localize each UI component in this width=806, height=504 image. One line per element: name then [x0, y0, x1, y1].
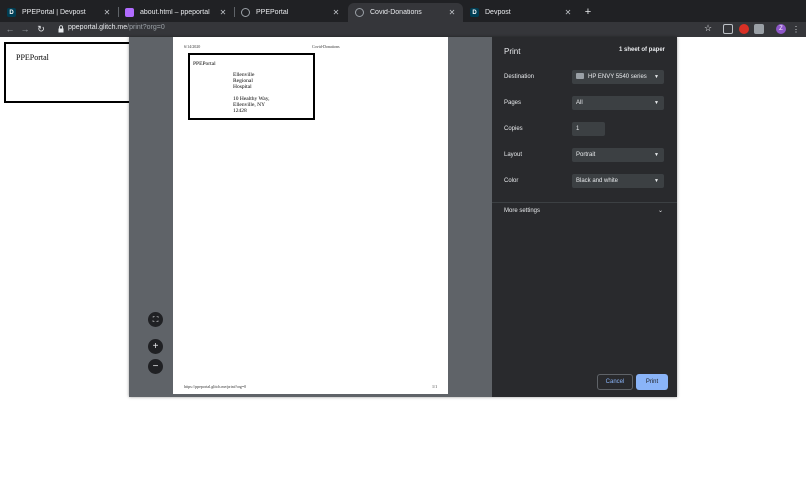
devpost-favicon-icon: D	[470, 8, 479, 17]
globe-icon	[355, 8, 364, 17]
caret-down-icon: ▼	[654, 152, 659, 158]
new-tab-button[interactable]: +	[582, 5, 594, 19]
preview-header-date: 6/14/2020	[184, 44, 201, 49]
printer-icon	[576, 73, 584, 80]
tab-devpost[interactable]: D Devpost ✕	[463, 3, 579, 22]
preview-footer-url: https://ppeportal.glitch.me/print?org=0	[184, 384, 247, 389]
tab-strip: D PPEPortal | Devpost ✕ about.html – ppe…	[0, 0, 806, 22]
caret-down-icon: ▼	[654, 100, 659, 106]
fit-to-page-icon[interactable]: ⛶	[148, 312, 163, 327]
extension-screen-icon[interactable]	[754, 24, 764, 34]
lock-icon	[58, 25, 64, 33]
avatar[interactable]: Z	[776, 24, 786, 34]
color-select[interactable]: Black and white ▼	[572, 174, 664, 188]
tab-title: Devpost	[485, 9, 511, 16]
address-line: 12428	[233, 108, 247, 114]
browser-toolbar: ← → ↻ ppeportal.glitch.me/print?org=0 ☆ …	[0, 22, 806, 37]
url-text: ppeportal.glitch.me/print?org=0	[68, 24, 165, 31]
pages-label: Pages	[504, 100, 522, 106]
reload-icon[interactable]: ↻	[35, 22, 47, 37]
page-label-card: PPEPortal	[4, 42, 134, 103]
zoom-out-button[interactable]: −	[148, 359, 163, 374]
glitch-favicon-icon	[125, 8, 134, 17]
close-icon[interactable]: ✕	[218, 8, 228, 17]
close-icon[interactable]: ✕	[563, 8, 573, 17]
sheet-count: 1 sheet of paper	[618, 47, 665, 53]
url-host: ppeportal.glitch.me	[68, 24, 128, 31]
address-bar[interactable]: ppeportal.glitch.me/print?org=0	[52, 23, 716, 36]
destination-label: Destination	[504, 74, 535, 80]
print-title: Print	[504, 47, 521, 56]
copies-input[interactable]: 1	[572, 122, 605, 136]
more-settings-toggle[interactable]: More settings ⌄	[492, 202, 677, 220]
tab-about-html[interactable]: about.html – ppeportal ✕	[118, 3, 234, 22]
destination-value: HP ENVY 5540 series	[588, 74, 647, 80]
preview-page: 6/14/2020 Covid-Donations PPEPortal Elle…	[173, 37, 448, 394]
pages-select[interactable]: All ▼	[572, 96, 664, 110]
color-value: Black and white	[576, 178, 619, 184]
more-settings-label: More settings	[504, 208, 541, 214]
layout-label: Layout	[504, 152, 523, 158]
kebab-menu-icon[interactable]: ⋮	[792, 24, 800, 35]
caret-down-icon: ▼	[654, 178, 659, 184]
destination-select[interactable]: HP ENVY 5540 series ▼	[572, 70, 664, 84]
close-icon[interactable]: ✕	[102, 8, 112, 17]
preview-footer-page: 1/1	[432, 384, 438, 389]
tab-covid-donations[interactable]: Covid-Donations ✕	[348, 3, 463, 22]
close-icon[interactable]: ✕	[331, 8, 341, 17]
bookmark-star-icon[interactable]: ☆	[704, 23, 712, 34]
tab-title: Covid-Donations	[370, 9, 422, 16]
tab-ppeportal[interactable]: PPEPortal ✕	[234, 3, 347, 22]
tab-title: PPEPortal | Devpost	[22, 9, 86, 16]
color-label: Color	[504, 178, 519, 184]
chevron-down-icon: ⌄	[657, 208, 663, 214]
devpost-favicon-icon: D	[7, 8, 16, 17]
page-brand: PPEPortal	[16, 53, 49, 62]
print-button[interactable]: Print	[636, 374, 668, 390]
print-settings-panel: Print 1 sheet of paper Destination HP EN…	[492, 37, 677, 397]
zoom-in-button[interactable]: +	[148, 339, 163, 354]
print-dialog: 6/14/2020 Covid-Donations PPEPortal Elle…	[129, 37, 677, 397]
preview-brand: PPEPortal	[193, 61, 216, 67]
preview-label-card: PPEPortal Ellenville Regional Hospital 1…	[188, 53, 315, 120]
preview-address: Ellenville Regional Hospital 10 Healthy …	[233, 72, 270, 114]
cancel-button[interactable]: Cancel	[597, 374, 633, 390]
extension-capture-icon[interactable]	[723, 24, 733, 34]
back-arrow-icon[interactable]: ←	[4, 22, 16, 37]
layout-value: Portrait	[576, 152, 596, 158]
extension-red-icon[interactable]	[739, 24, 749, 34]
print-preview-area: 6/14/2020 Covid-Donations PPEPortal Elle…	[129, 37, 492, 397]
url-path: /print?org=0	[127, 24, 165, 31]
layout-select[interactable]: Portrait ▼	[572, 148, 664, 162]
caret-down-icon: ▼	[654, 74, 659, 80]
tab-title: PPEPortal	[256, 9, 289, 16]
copies-label: Copies	[504, 126, 523, 132]
tab-title: about.html – ppeportal	[140, 9, 210, 16]
pages-value: All	[576, 100, 583, 106]
tab-ppeportal-devpost[interactable]: D PPEPortal | Devpost ✕	[0, 3, 118, 22]
preview-header-title: Covid-Donations	[312, 44, 340, 49]
globe-icon	[241, 8, 250, 17]
forward-arrow-icon[interactable]: →	[19, 22, 31, 37]
close-icon[interactable]: ✕	[447, 8, 457, 17]
